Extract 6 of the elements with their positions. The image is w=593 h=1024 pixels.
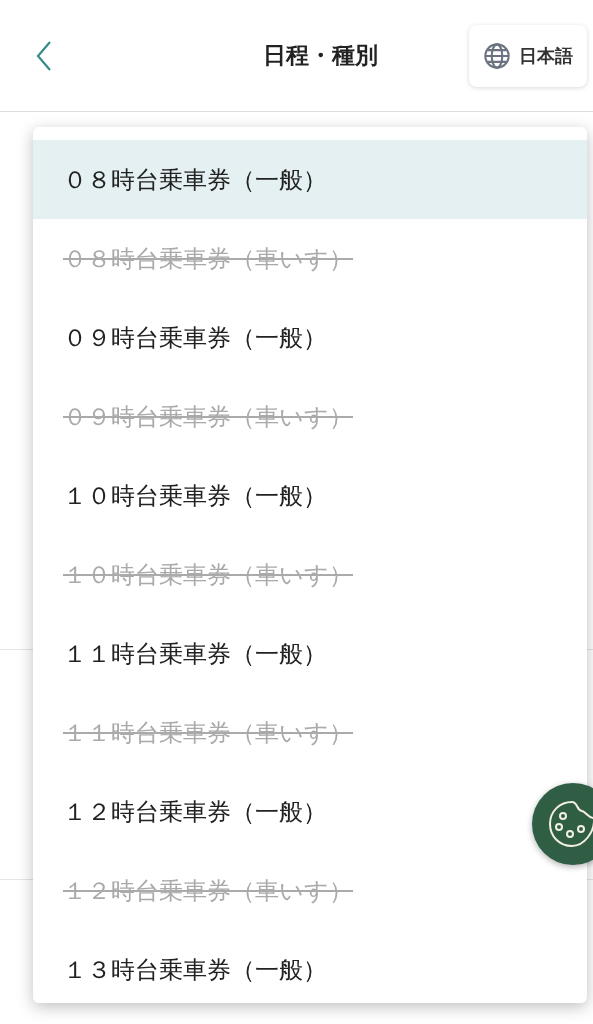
dropdown-option[interactable]: ０８時台乗車券（一般）: [33, 140, 587, 219]
back-icon: [34, 39, 54, 72]
page-title: 日程・種別: [263, 41, 378, 71]
globe-icon: [483, 41, 511, 70]
dropdown-option[interactable]: １３時台乗車券（一般）: [33, 930, 357, 1003]
language-button[interactable]: 日本語: [469, 24, 587, 87]
